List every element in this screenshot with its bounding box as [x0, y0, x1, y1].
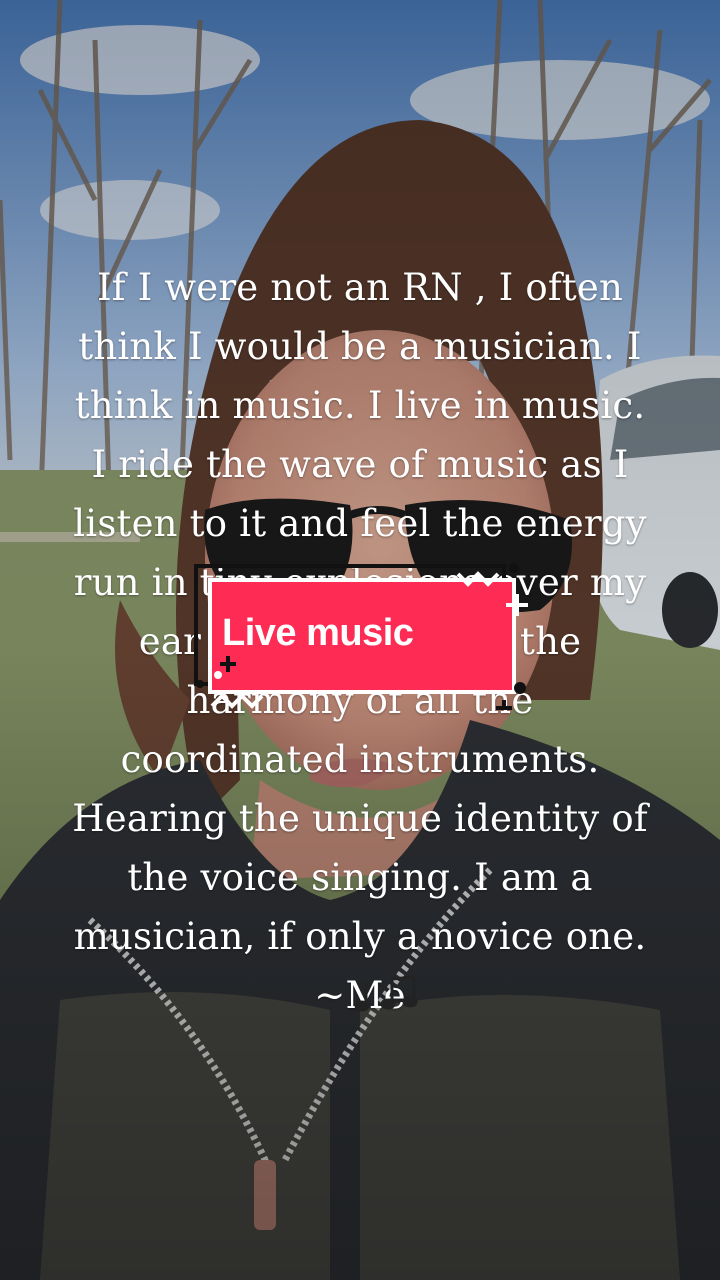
sticker-label: Live music — [222, 612, 414, 654]
photo-post: If I were not an RN , I often think I wo… — [0, 0, 720, 1280]
music-notes-icon — [354, 975, 418, 1012]
